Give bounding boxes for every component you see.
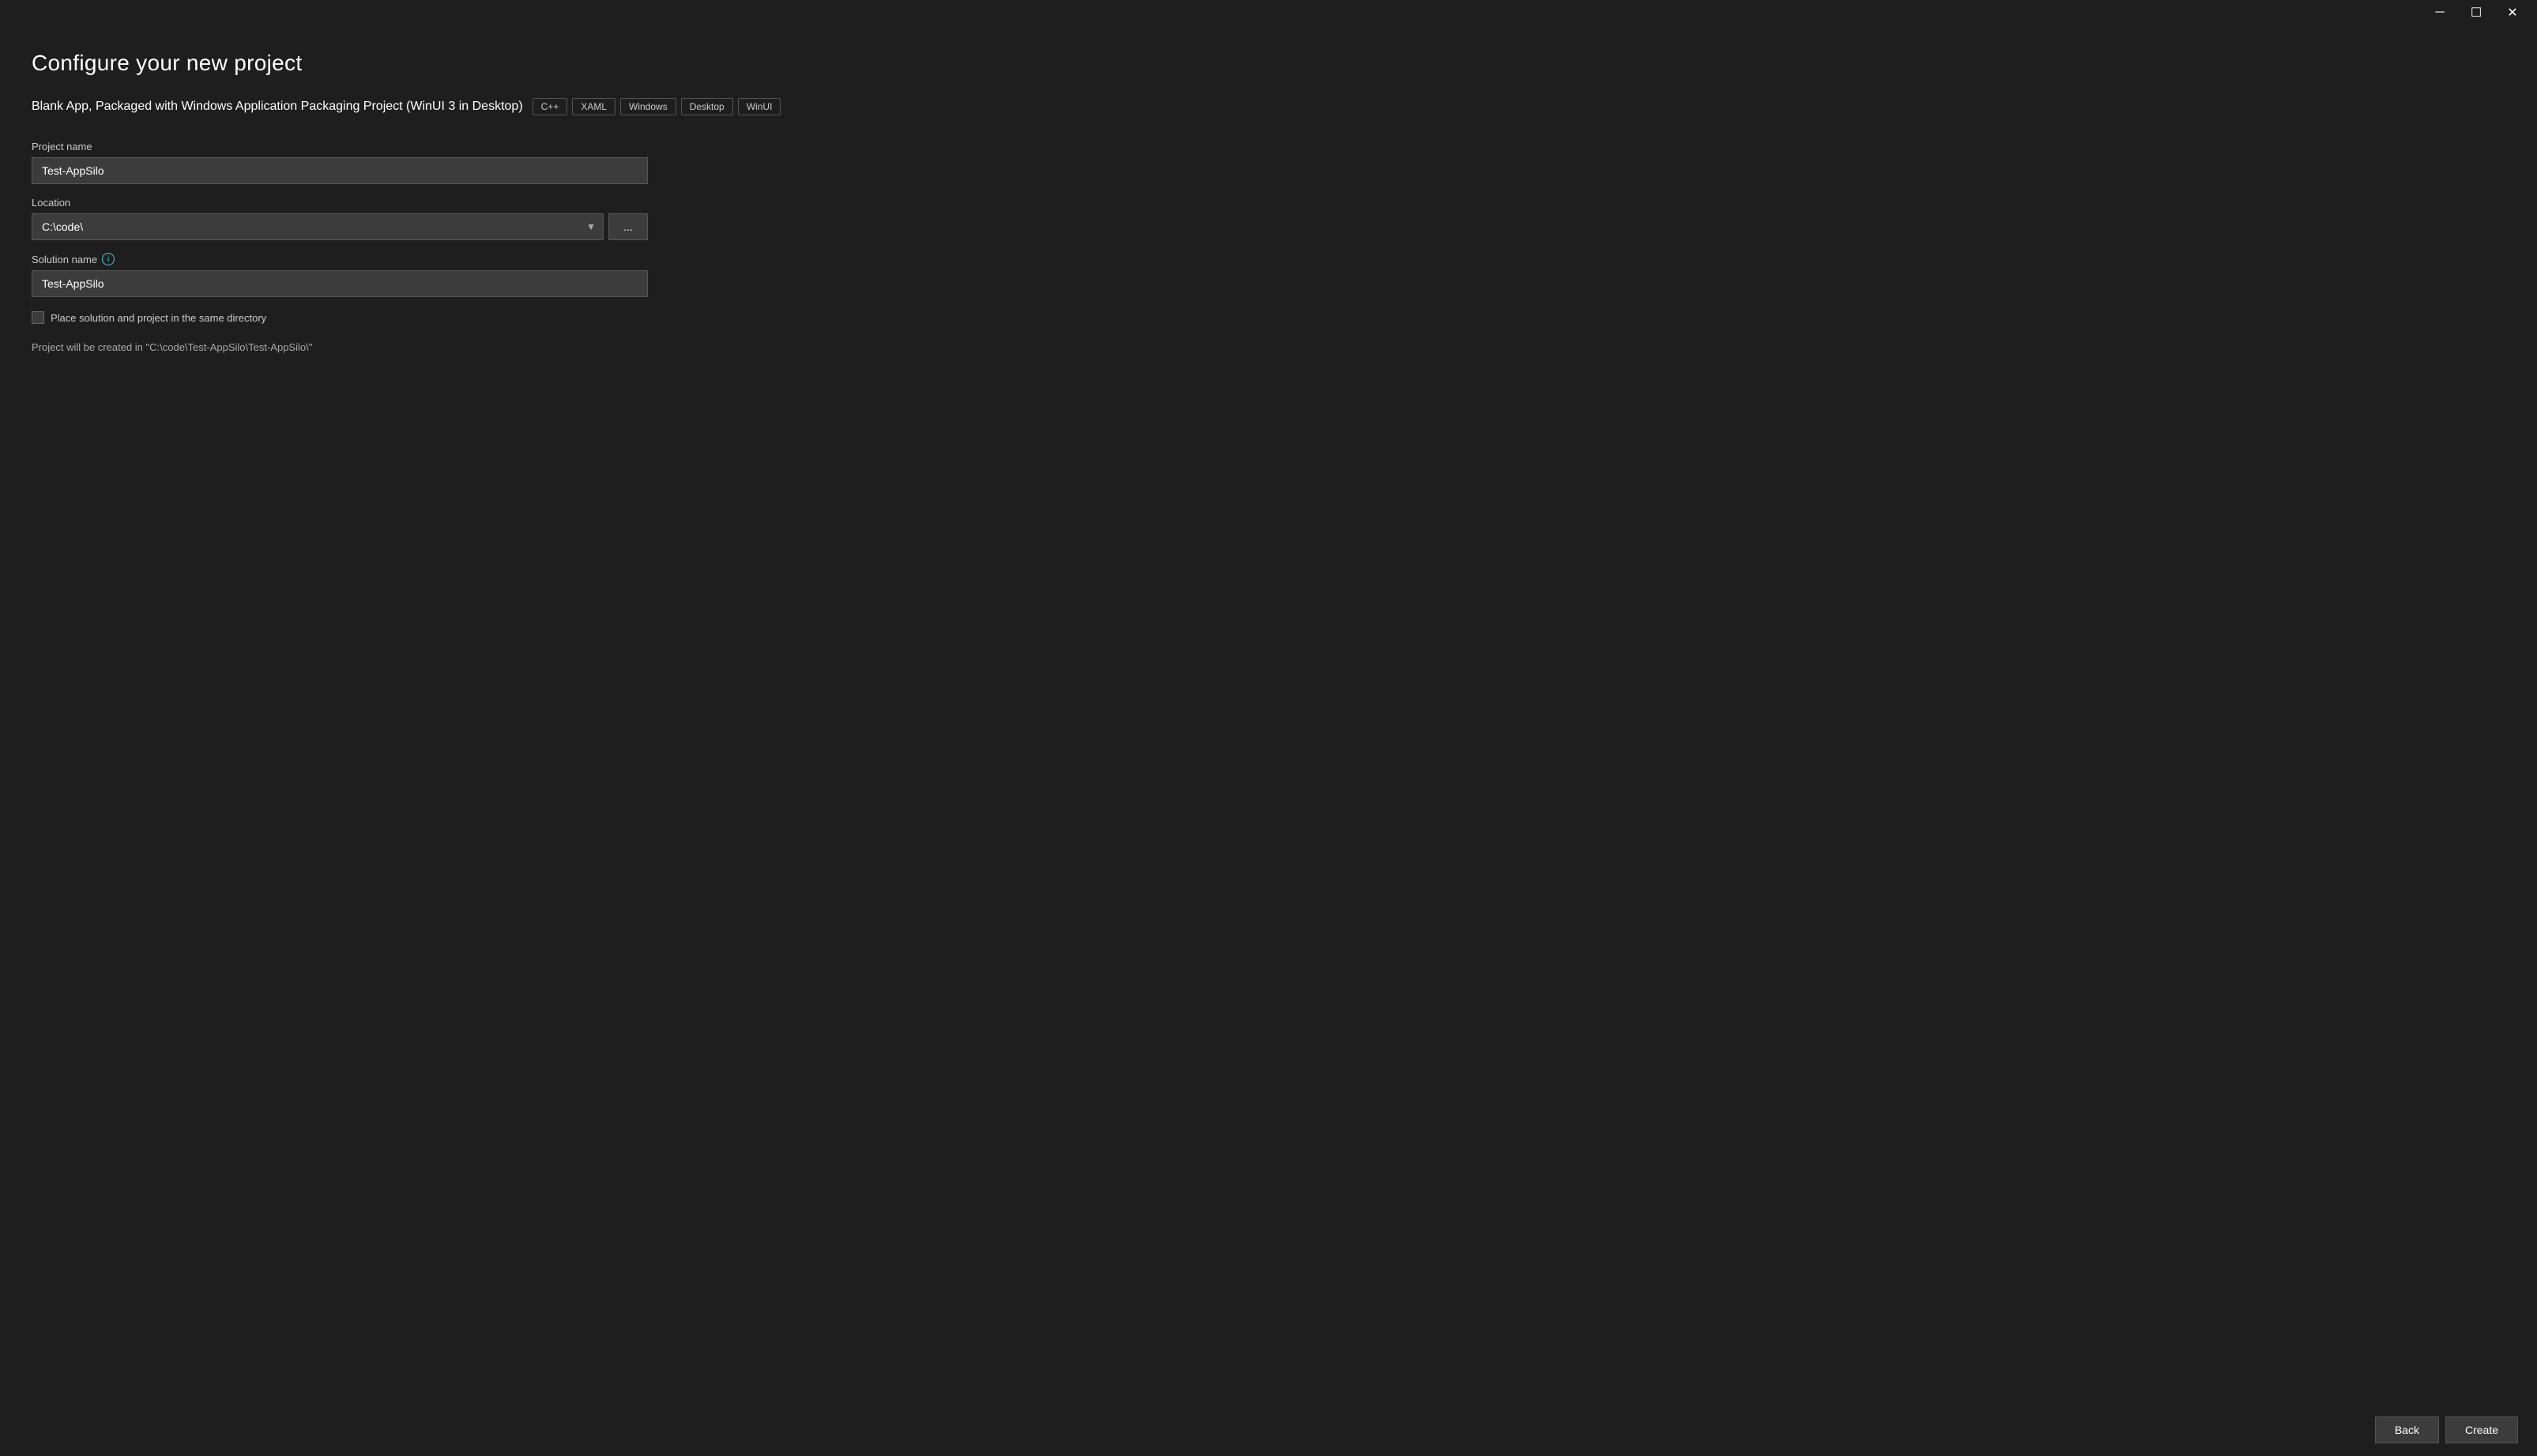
same-directory-label[interactable]: Place solution and project in the same d… [51,312,266,324]
tag-group: C++ XAML Windows Desktop WinUI [533,98,781,115]
project-type-row: Blank App, Packaged with Windows Applica… [32,98,2505,115]
project-name-label: Project name [32,141,648,152]
back-button[interactable]: Back [2375,1416,2439,1443]
location-row: C:\code\ ▼ ... [32,213,648,240]
project-name-input[interactable] [32,157,648,184]
location-select-wrapper: C:\code\ ▼ [32,213,604,240]
browse-button[interactable]: ... [608,213,648,240]
close-button[interactable]: ✕ [2494,0,2531,25]
create-button[interactable]: Create [2445,1416,2518,1443]
solution-name-info-icon: i [102,253,115,265]
checkbox-row: Place solution and project in the same d… [32,311,648,324]
tag-winui: WinUI [738,98,781,115]
maximize-button[interactable]: ☐ [2458,0,2494,25]
title-bar: ─ ☐ ✕ [0,0,2537,25]
location-label: Location [32,197,648,209]
minimize-button[interactable]: ─ [2422,0,2458,25]
same-directory-checkbox[interactable] [32,311,44,324]
tag-desktop: Desktop [681,98,733,115]
solution-name-input[interactable] [32,270,648,297]
form-section: Project name Location C:\code\ ▼ ... Sol… [32,141,648,353]
tag-windows: Windows [620,98,676,115]
location-select[interactable]: C:\code\ [32,213,604,240]
tag-xaml: XAML [572,98,615,115]
project-path-info: Project will be created in "C:\code\Test… [32,341,648,353]
main-content: Configure your new project Blank App, Pa… [0,25,2537,1404]
project-type-name: Blank App, Packaged with Windows Applica… [32,100,523,114]
solution-name-label: Solution name i [32,253,648,265]
footer: Back Create [0,1404,2537,1456]
tag-cpp: C++ [533,98,568,115]
page-title: Configure your new project [32,51,2505,76]
